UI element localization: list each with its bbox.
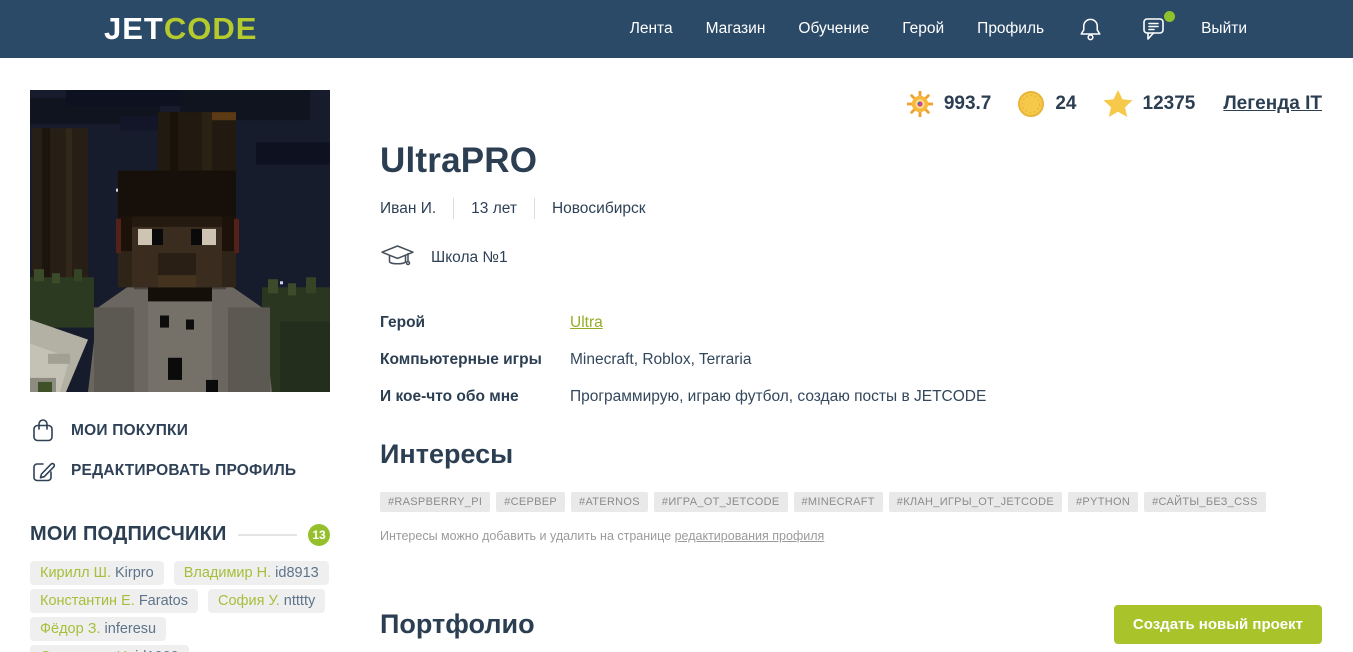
school-name: Школа №1 <box>431 248 508 266</box>
profile-page: JETCODE Лента Магазин Обучение Герой Про… <box>0 0 1353 652</box>
messages-button[interactable] <box>1137 10 1176 43</box>
subscriber-pill[interactable]: Владимир Н. id8913 <box>173 561 329 585</box>
gear-icon <box>906 90 934 118</box>
field-label: Герой <box>380 314 426 331</box>
my-purchases-label: МОИ ПОКУПКИ <box>71 421 189 439</box>
subscriber-nick: ntttty <box>283 593 316 609</box>
username-heading: UltraPRO <box>380 141 538 180</box>
edit-profile-note-link[interactable]: редактирования профиля <box>675 529 825 543</box>
unread-messages-dot <box>1164 10 1176 22</box>
profile-city: Новосибирск <box>551 199 646 217</box>
jetcode-logo[interactable]: JETCODE <box>104 11 257 47</box>
subscriber-name: Константин Е. <box>40 593 135 609</box>
field-hero: Герой Ultra <box>380 314 1322 332</box>
field-about: И кое-что обо мне Программирую, играю фу… <box>380 388 1322 406</box>
divider-line <box>237 533 297 536</box>
subscriber-name: Фёдор З. <box>40 621 101 637</box>
field-games: Компьютерные игры Minecraft, Roblox, Ter… <box>380 351 1322 369</box>
nav-item-obuchenie[interactable]: Обучение <box>798 20 869 38</box>
nav-item-profil[interactable]: Профиль <box>977 20 1044 38</box>
edit-pencil-icon <box>30 457 56 484</box>
subscriber-name: Владимир Н. <box>183 565 272 581</box>
profile-sidebar: МОИ ПОКУПКИ РЕДАКТИРОВАТЬ ПРОФИЛЬ МОИ ПО… <box>30 90 330 652</box>
field-value: Minecraft, Roblox, Terraria <box>570 351 752 368</box>
energy-stat: 993.7 <box>906 90 992 118</box>
edit-profile-label: РЕДАКТИРОВАТЬ ПРОФИЛЬ <box>71 461 297 479</box>
profile-main: 993.7 24 12375 Легенда IT UltraPRO Иван … <box>380 85 1322 644</box>
create-project-button[interactable]: Создать новый проект <box>1113 605 1322 644</box>
nav-item-lenta[interactable]: Лента <box>630 20 673 38</box>
interest-tag[interactable]: #ATERNOS <box>571 492 648 512</box>
top-nav-links: Лента Магазин Обучение Герой Профиль Вый… <box>630 10 1247 43</box>
interest-tags: #RASPBERRY_PI #СЕРВЕР #ATERNOS #ИГРА_ОТ_… <box>380 492 1322 512</box>
profile-name: Иван И. <box>380 199 437 217</box>
field-label: Компьютерные игры <box>380 351 542 368</box>
subscribers-count-badge: 13 <box>308 523 330 546</box>
note-text: Интересы можно добавить и удалить на стр… <box>380 529 675 543</box>
subscriber-pill[interactable]: Кирилл Ш. Kirpro <box>30 561 164 585</box>
nav-item-geroy[interactable]: Герой <box>902 20 944 38</box>
subscriber-nick: inferesu <box>104 621 157 637</box>
subscribers-list: Кирилл Ш. Kirpro Владимир Н. id8913 Конс… <box>30 561 330 652</box>
logo-code: CODE <box>163 11 258 46</box>
coins-value: 24 <box>1055 92 1077 114</box>
interest-tag[interactable]: #MINECRAFT <box>793 492 883 512</box>
interests-note: Интересы можно добавить и удалить на стр… <box>380 529 1322 543</box>
stats-row: 993.7 24 12375 Легенда IT <box>380 89 1322 118</box>
interest-tag[interactable]: #САЙТЫ_БЕЗ_CSS <box>1144 492 1266 512</box>
notifications-button[interactable] <box>1077 15 1104 43</box>
subscriber-pill[interactable]: Станислав Н. id1000 <box>30 645 189 652</box>
rank-link[interactable]: Легенда IT <box>1223 93 1322 115</box>
energy-value: 993.7 <box>943 92 992 114</box>
interest-tag[interactable]: #RASPBERRY_PI <box>380 492 491 512</box>
my-purchases-link[interactable]: МОИ ПОКУПКИ <box>30 417 330 444</box>
subscriber-nick: Kirpro <box>115 565 154 581</box>
coins-stat: 24 <box>1017 90 1077 118</box>
graduation-cap-icon <box>380 244 415 271</box>
coin-icon <box>1017 90 1045 118</box>
interest-tag[interactable]: #PYTHON <box>1068 492 1139 512</box>
subscriber-pill[interactable]: София У. ntttty <box>208 589 326 613</box>
subscriber-nick: Faratos <box>138 593 188 609</box>
subscriber-nick: id8913 <box>275 565 319 581</box>
top-navbar: JETCODE Лента Магазин Обучение Герой Про… <box>0 0 1353 58</box>
interest-tag[interactable]: #СЕРВЕР <box>496 492 566 512</box>
stars-stat: 12375 <box>1103 89 1196 118</box>
divider <box>533 198 535 219</box>
subscriber-name: София У. <box>218 593 280 609</box>
profile-age: 13 лет <box>471 199 517 217</box>
subscriber-pill[interactable]: Фёдор З. inferesu <box>30 617 167 641</box>
school-row: Школа №1 <box>380 244 1322 271</box>
bell-icon <box>1077 15 1104 43</box>
stars-value: 12375 <box>1142 92 1196 114</box>
nav-item-magazin[interactable]: Магазин <box>706 20 766 38</box>
portfolio-heading: Портфолио <box>380 609 535 639</box>
subscriber-pill[interactable]: Константин Е. Faratos <box>30 589 198 613</box>
interests-heading: Интересы <box>380 439 514 469</box>
profile-fields: Герой Ultra Компьютерные игры Minecraft,… <box>380 314 1322 406</box>
profile-meta: Иван И. 13 лет Новосибирск <box>380 198 1322 219</box>
avatar <box>30 90 330 392</box>
interest-tag[interactable]: #ИГРА_ОТ_JETCODE <box>653 492 788 512</box>
portfolio-header-row: Портфолио Создать новый проект <box>380 605 1322 644</box>
logout-link[interactable]: Выйти <box>1201 20 1247 38</box>
field-label: И кое-что обо мне <box>380 388 519 405</box>
subscribers-header: МОИ ПОДПИСЧИКИ 13 <box>30 523 330 546</box>
interest-tag[interactable]: #КЛАН_ИГРЫ_ОТ_JETCODE <box>888 492 1063 512</box>
subscriber-name: Кирилл Ш. <box>40 565 111 581</box>
hero-link[interactable]: Ultra <box>570 314 603 332</box>
messages-icon <box>1137 16 1168 43</box>
star-icon <box>1103 89 1133 118</box>
edit-profile-link[interactable]: РЕДАКТИРОВАТЬ ПРОФИЛЬ <box>30 457 330 484</box>
field-value: Программирую, играю футбол, создаю посты… <box>570 388 987 405</box>
shopping-bag-icon <box>30 417 56 444</box>
divider <box>453 198 455 219</box>
subscribers-title: МОИ ПОДПИСЧИКИ <box>30 523 227 545</box>
logo-jet: JET <box>104 11 164 46</box>
